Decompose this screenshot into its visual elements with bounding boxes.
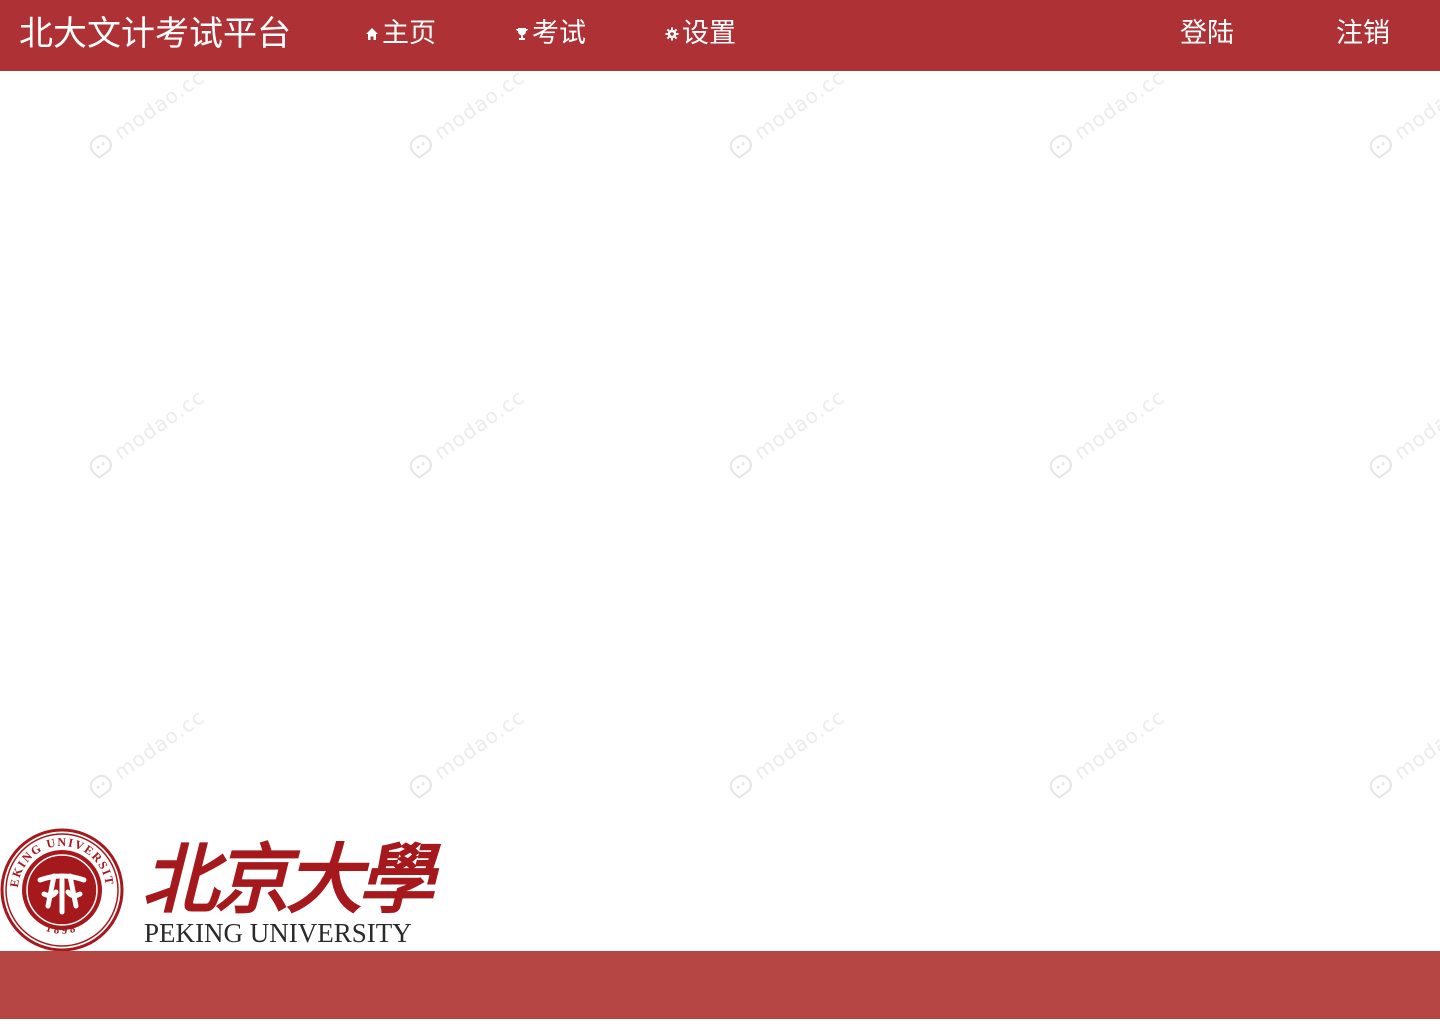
watermark-logo-icon: [409, 134, 433, 159]
watermark-logo-icon: [1369, 454, 1393, 479]
watermark: modao.cc: [723, 384, 850, 484]
nav-settings[interactable]: 设置: [664, 16, 736, 52]
watermark-logo-icon: [409, 454, 433, 479]
watermark-text: modao.cc: [1069, 384, 1170, 465]
watermark-logo-icon: [729, 774, 753, 799]
home-icon: [364, 26, 380, 42]
watermark-logo-icon: [89, 774, 113, 799]
nav-settings-label: 设置: [682, 18, 736, 49]
logout-link[interactable]: 注销: [1336, 16, 1390, 52]
watermark-text: modao.cc: [109, 704, 210, 785]
login-link[interactable]: 登陆: [1180, 16, 1234, 52]
trophy-icon: [514, 26, 530, 42]
watermark-logo-icon: [1049, 134, 1073, 159]
watermark: modao.cc: [83, 704, 210, 804]
watermark-logo-icon: [409, 774, 433, 799]
nav-exam[interactable]: 考试: [514, 16, 586, 52]
nav-home[interactable]: 主页: [364, 16, 436, 52]
wordmark-calligraphy: 北京大學: [142, 835, 442, 918]
watermark: modao.cc: [723, 64, 850, 164]
page: 北大文计考试平台 主页 考试 设置 登陆 注销 modao.cc modao.c…: [0, 0, 1440, 1024]
gear-icon: [664, 26, 680, 42]
watermark-logo-icon: [729, 134, 753, 159]
watermark-text: modao.cc: [1389, 64, 1440, 145]
watermark: modao.cc: [723, 704, 850, 804]
nav-home-label: 主页: [382, 18, 436, 49]
university-seal-icon: PEKING UNIVERSITY 1898: [0, 828, 124, 952]
watermark-text: modao.cc: [1069, 64, 1170, 145]
watermark-text: modao.cc: [429, 64, 530, 145]
watermark-logo-icon: [89, 134, 113, 159]
brand-title[interactable]: 北大文计考试平台: [19, 12, 291, 56]
watermark-text: modao.cc: [429, 704, 530, 785]
watermark: modao.cc: [403, 384, 530, 484]
watermark-text: modao.cc: [109, 384, 210, 465]
watermark: modao.cc: [1363, 384, 1440, 484]
watermark-logo-icon: [1369, 774, 1393, 799]
watermark: modao.cc: [403, 704, 530, 804]
svg-text:北京大學: 北京大學: [142, 835, 442, 918]
nav-exam-label: 考试: [532, 18, 586, 49]
watermark-text: modao.cc: [1389, 704, 1440, 785]
watermark: modao.cc: [1043, 704, 1170, 804]
watermark: modao.cc: [1363, 704, 1440, 804]
watermark-layer: modao.cc modao.cc modao.cc modao.cc modao.cc…: [0, 65, 1440, 951]
watermark-text: modao.cc: [109, 64, 210, 145]
university-logo: PEKING UNIVERSITY 1898 北京大學 PEKING UNIVE…: [0, 826, 442, 952]
footer-bar: [0, 951, 1440, 1019]
watermark-text: modao.cc: [749, 384, 850, 465]
university-english-name: PEKING UNIVERSITY: [144, 918, 412, 948]
watermark-logo-icon: [1049, 774, 1073, 799]
watermark-logo-icon: [89, 454, 113, 479]
watermark-logo-icon: [1369, 134, 1393, 159]
watermark-logo-icon: [729, 454, 753, 479]
watermark: modao.cc: [403, 64, 530, 164]
watermark-text: modao.cc: [429, 384, 530, 465]
watermark-text: modao.cc: [1069, 704, 1170, 785]
watermark: modao.cc: [83, 384, 210, 484]
watermark-text: modao.cc: [1389, 384, 1440, 465]
watermark: modao.cc: [1363, 64, 1440, 164]
watermark-logo-icon: [1049, 454, 1073, 479]
watermark: modao.cc: [1043, 384, 1170, 484]
watermark: modao.cc: [1043, 64, 1170, 164]
bottom-strip: [0, 1019, 1440, 1024]
watermark: modao.cc: [83, 64, 210, 164]
watermark-text: modao.cc: [749, 704, 850, 785]
top-navbar: 北大文计考试平台 主页 考试 设置 登陆 注销: [0, 0, 1440, 71]
watermark-text: modao.cc: [749, 64, 850, 145]
